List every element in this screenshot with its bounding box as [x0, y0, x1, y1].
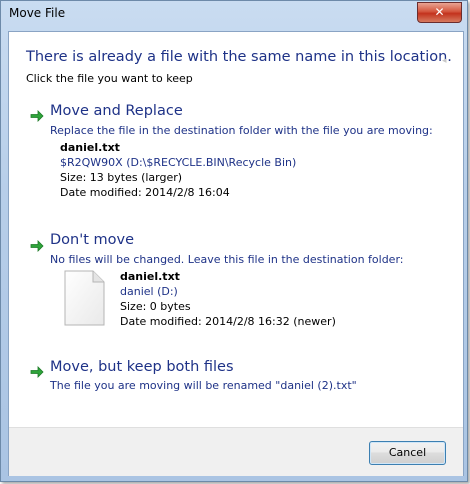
option-title: Don't move [50, 232, 135, 248]
move-file-dialog: Move File ✕ There is already a file with… [0, 0, 468, 482]
file-size: Size: 13 bytes (larger) [60, 171, 183, 184]
file-date-modified: Date modified: 2014/2/8 16:04 [60, 186, 230, 199]
file-size: Size: 0 bytes [120, 300, 191, 313]
title-bar[interactable]: Move File ✕ [1, 1, 467, 27]
option-description: The file you are moving will be renamed … [50, 379, 357, 392]
file-location: $R2QW90X (D:\$RECYCLE.BIN\Recycle Bin) [60, 156, 297, 169]
collapse-icon: ◂ [442, 56, 447, 66]
cancel-button[interactable]: Cancel [369, 441, 446, 465]
file-date-modified: Date modified: 2014/2/8 16:32 (newer) [120, 315, 336, 328]
option-title: Move, but keep both files [50, 359, 234, 375]
green-arrow-icon [30, 110, 44, 122]
file-name: daniel.txt [60, 141, 120, 154]
option-description: Replace the file in the destination fold… [50, 124, 433, 137]
dialog-body: There is already a file with the same na… [8, 31, 464, 476]
close-button[interactable]: ✕ [417, 2, 462, 23]
green-arrow-icon [30, 240, 44, 252]
dialog-content: There is already a file with the same na… [9, 32, 463, 427]
text-file-icon [64, 270, 105, 326]
conflict-heading: There is already a file with the same na… [26, 49, 452, 65]
option-title: Move and Replace [50, 103, 183, 119]
file-location: daniel (D:) [120, 285, 178, 298]
dialog-footer: Cancel [9, 427, 463, 476]
green-arrow-icon [30, 366, 44, 378]
close-icon: ✕ [434, 5, 445, 19]
option-description: No files will be changed. Leave this fil… [50, 253, 404, 266]
conflict-subheading: Click the file you want to keep [26, 72, 193, 85]
file-name: daniel.txt [120, 270, 180, 283]
window-title: Move File [9, 6, 66, 20]
